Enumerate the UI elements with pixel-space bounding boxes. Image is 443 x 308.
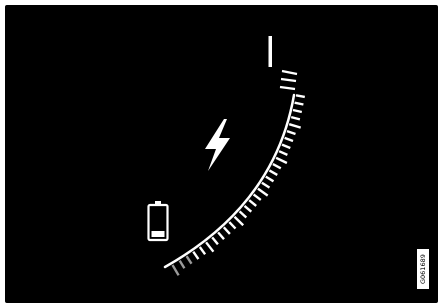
gauge-tick bbox=[292, 108, 303, 114]
gauge-tick bbox=[257, 187, 269, 197]
charge-gauge bbox=[147, 36, 306, 276]
gauge-tick bbox=[205, 241, 215, 253]
gauge-tick bbox=[198, 246, 207, 256]
gauge-tick bbox=[275, 156, 288, 165]
gauge-tick bbox=[288, 123, 302, 129]
battery-icon bbox=[147, 201, 169, 242]
lightning-bolt-icon bbox=[205, 119, 230, 171]
gauge-tick bbox=[281, 143, 291, 150]
battery-level-fill bbox=[151, 231, 165, 237]
gauge-tick bbox=[294, 101, 304, 106]
gauge-tick bbox=[279, 85, 296, 91]
gauge-tick bbox=[290, 115, 301, 121]
reference-code: G061689 bbox=[417, 249, 429, 289]
gauge-tick bbox=[248, 199, 257, 207]
gauge-tick bbox=[261, 181, 271, 189]
gauge-tick bbox=[211, 236, 219, 246]
instrument-display: G061689 bbox=[5, 5, 438, 303]
gauge-tick bbox=[278, 150, 288, 156]
gauge-tick bbox=[243, 204, 253, 213]
gauge-tick bbox=[192, 251, 200, 260]
full-charge-marker-icon bbox=[268, 36, 272, 67]
gauge-tick bbox=[284, 136, 294, 143]
figure-frame: G061689 bbox=[0, 0, 443, 308]
gauge-tick bbox=[280, 77, 297, 83]
gauge-tick bbox=[222, 226, 231, 235]
gauge-tick bbox=[295, 94, 306, 99]
gauge-tick bbox=[252, 193, 262, 201]
gauge-tick bbox=[286, 129, 296, 136]
gauge-arc bbox=[163, 93, 296, 269]
gauge-tick bbox=[238, 210, 248, 219]
gauge-tick bbox=[268, 169, 278, 176]
gauge-tick bbox=[233, 215, 245, 227]
gauge-tick bbox=[171, 264, 180, 276]
gauge-tick bbox=[228, 221, 237, 230]
gauge-tick bbox=[281, 69, 298, 76]
gauge-tick bbox=[185, 255, 193, 265]
gauge-tick bbox=[178, 259, 186, 269]
gauge-ticks bbox=[171, 69, 306, 276]
gauge-tick bbox=[217, 231, 225, 240]
gauge-tick bbox=[272, 163, 282, 170]
gauge-tick bbox=[265, 175, 275, 183]
